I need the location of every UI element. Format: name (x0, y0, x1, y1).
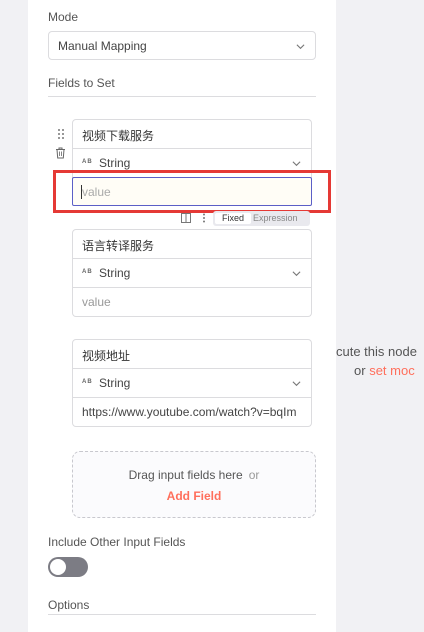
set-mock-data-link[interactable]: set moc (369, 363, 415, 378)
options-label: Options (48, 598, 90, 612)
include-other-label: Include Other Input Fields (48, 535, 186, 549)
panel-toggle-icon[interactable] (181, 213, 191, 223)
string-type-icon: AB (82, 379, 93, 385)
string-type-icon: AB (82, 159, 93, 165)
expression-option[interactable]: Expression (253, 213, 298, 224)
field-value-input[interactable]: value (72, 288, 312, 317)
section-divider (48, 96, 316, 97)
field-type-select[interactable]: AB String (72, 259, 312, 288)
highlight-box (53, 170, 331, 213)
field-name-input[interactable]: 视频地址 (72, 339, 312, 369)
field-name-text: 语言转译服务 (82, 239, 155, 253)
toggle-knob (50, 559, 66, 575)
background-hint-line2: or set moc (354, 363, 415, 378)
field-name-text: 视频地址 (82, 349, 131, 363)
chevron-down-icon (292, 381, 301, 387)
field-value-placeholder: value (82, 295, 111, 309)
more-options-icon[interactable] (202, 213, 206, 223)
fixed-expression-toggle[interactable]: Fixed Expression (213, 211, 310, 226)
drop-zone[interactable]: Drag input fields here or Add Field (72, 451, 316, 518)
field-name-input[interactable]: 视频下载服务 (72, 119, 312, 149)
chevron-down-icon (292, 161, 301, 167)
field-type-text: String (99, 376, 131, 390)
background-hint-line1: cute this node (336, 344, 417, 359)
mode-select-value: Manual Mapping (58, 39, 147, 53)
string-type-icon: AB (82, 269, 93, 275)
drop-zone-or: or (248, 468, 260, 482)
chevron-down-icon (296, 44, 305, 50)
field-type-text: String (99, 156, 131, 170)
field-value-input[interactable]: https://www.youtube.com/watch?v=bqIm (72, 398, 312, 427)
field-name-text: 视频下载服务 (82, 129, 155, 143)
fixed-option[interactable]: Fixed (215, 213, 251, 224)
drag-handle-icon[interactable] (57, 128, 65, 140)
add-field-button[interactable]: Add Field (73, 489, 315, 503)
chevron-down-icon (292, 271, 301, 277)
mode-select[interactable]: Manual Mapping (48, 31, 316, 60)
mode-label: Mode (48, 10, 79, 24)
fields-to-set-label: Fields to Set (48, 76, 115, 90)
options-divider (48, 614, 316, 615)
field-name-input[interactable]: 语言转译服务 (72, 229, 312, 259)
field-type-text: String (99, 266, 131, 280)
field-type-select[interactable]: AB String (72, 369, 312, 398)
drop-zone-text: Drag input fields here (128, 468, 243, 482)
field-value-text: https://www.youtube.com/watch?v=bqIm (82, 405, 297, 419)
background-hint-or: or (354, 363, 366, 378)
include-other-toggle[interactable] (48, 557, 88, 577)
drop-zone-text-line: Drag input fields here or (73, 468, 315, 482)
trash-icon[interactable] (55, 147, 66, 159)
